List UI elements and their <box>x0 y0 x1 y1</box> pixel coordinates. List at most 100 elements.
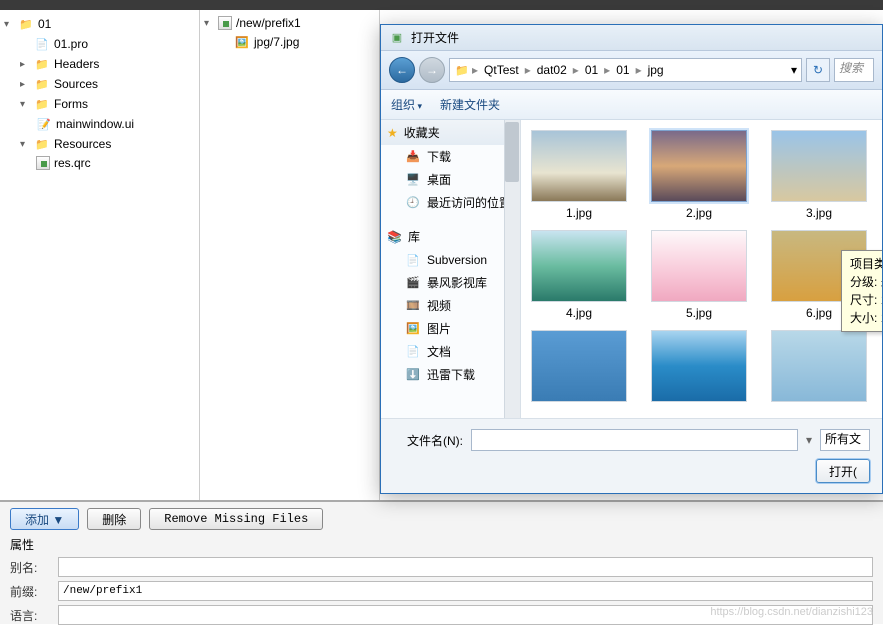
dialog-bottom: 文件名(N): ▾ 所有文 打开( <box>381 418 882 493</box>
crumb[interactable]: QtTest <box>480 63 523 77</box>
sidebar-xunlei[interactable]: ⬇️ 迅雷下载 <box>381 363 520 386</box>
ui-file-icon: 📝 <box>36 116 52 132</box>
delete-button[interactable]: 删除 <box>87 508 141 530</box>
open-button[interactable]: 打开( <box>816 459 870 483</box>
remove-missing-button[interactable]: Remove Missing Files <box>149 508 323 530</box>
desktop-icon: 🖥️ <box>405 172 421 188</box>
resource-file-item[interactable]: 🖼️ jpg/7.jpg <box>200 32 379 52</box>
sidebar-storm[interactable]: 🎬 暴风影视库 <box>381 271 520 294</box>
dialog-toolbar: 组织 新建文件夹 <box>381 90 882 120</box>
back-button[interactable]: ← <box>389 57 415 83</box>
scrollbar-thumb[interactable] <box>505 122 519 182</box>
resources-label: Resources <box>54 137 111 151</box>
folder-icon: 📁 <box>34 76 50 92</box>
file-grid: 1.jpg 2.jpg 3.jpg 4.jpg 5.jpg 6.jpg 项目类型… <box>521 120 882 418</box>
window-titlebar <box>0 0 883 10</box>
documents-icon: 📄 <box>405 344 421 360</box>
crumb[interactable]: 01 <box>581 63 602 77</box>
alias-label: 别名: <box>10 559 50 576</box>
dropdown-icon[interactable]: ▾ <box>806 433 812 447</box>
project-tree-panel: 📁 01 📄 01.pro 📁 Headers 📁 Sources 📁 Form… <box>0 10 200 500</box>
expand-icon[interactable] <box>4 19 14 30</box>
file-thumb[interactable] <box>769 330 869 402</box>
headers-folder[interactable]: 📁 Headers <box>0 54 199 74</box>
file-thumb[interactable]: 5.jpg <box>649 230 749 320</box>
sidebar-documents[interactable]: 📄 文档 <box>381 340 520 363</box>
sidebar-videos[interactable]: 🎞️ 视频 <box>381 294 520 317</box>
sidebar-desktop[interactable]: 🖥️ 桌面 <box>381 168 520 191</box>
file-open-dialog: ▣ 打开文件 ← → 📁 ▸ QtTest ▸ dat02 ▸ 01 ▸ 01 … <box>380 24 883 494</box>
refresh-button[interactable]: ↻ <box>806 58 830 82</box>
sidebar-pictures[interactable]: 🖼️ 图片 <box>381 317 520 340</box>
prefix-icon <box>218 16 232 30</box>
favorites-group[interactable]: ★ 收藏夹 <box>381 120 520 145</box>
expand-icon[interactable] <box>204 18 214 29</box>
sidebar-subversion[interactable]: 📄 Subversion <box>381 249 520 271</box>
dropdown-icon[interactable]: ▾ <box>791 63 797 77</box>
file-thumb[interactable] <box>649 330 749 402</box>
filename-input[interactable] <box>471 429 798 451</box>
dialog-icon: ▣ <box>389 30 405 46</box>
prefix-label: /new/prefix1 <box>236 16 301 30</box>
search-input[interactable]: 搜索 <box>834 58 874 82</box>
star-icon: ★ <box>387 126 398 140</box>
thumbnail-image <box>771 330 867 402</box>
watermark: https://blog.csdn.net/dianzishi123 <box>710 606 873 618</box>
forms-folder[interactable]: 📁 Forms <box>0 94 199 114</box>
thumbnail-image <box>531 130 627 202</box>
expand-icon[interactable] <box>20 99 30 110</box>
crumb[interactable]: 01 <box>612 63 633 77</box>
sources-folder[interactable]: 📁 Sources <box>0 74 199 94</box>
libraries-label: 库 <box>408 228 420 245</box>
pro-file-item[interactable]: 📄 01.pro <box>0 34 199 54</box>
crumb[interactable]: jpg <box>644 63 668 77</box>
organize-menu[interactable]: 组织 <box>391 96 422 113</box>
download-icon: ⬇️ <box>405 367 421 383</box>
prefix-input[interactable] <box>58 581 873 601</box>
pictures-icon: 🖼️ <box>405 321 421 337</box>
headers-label: Headers <box>54 57 99 71</box>
sidebar-recent[interactable]: 🕘 最近访问的位置 <box>381 191 520 214</box>
file-filter-dropdown[interactable]: 所有文 <box>820 429 870 451</box>
file-tooltip: 项目类型: WPS看图 JPG 图片文 分级: 未分级 尺寸: 1024 x 7… <box>841 250 882 332</box>
favorites-label: 收藏夹 <box>404 124 440 141</box>
thumbnail-image <box>771 130 867 202</box>
ui-file-item[interactable]: 📝 mainwindow.ui <box>0 114 199 134</box>
file-thumb[interactable]: 3.jpg <box>769 130 869 220</box>
libraries-group[interactable]: 📚 库 <box>381 224 520 249</box>
thumbnail-image <box>531 230 627 302</box>
dialog-titlebar[interactable]: ▣ 打开文件 <box>381 25 882 51</box>
crumb[interactable]: dat02 <box>533 63 571 77</box>
file-thumb[interactable]: 1.jpg <box>529 130 629 220</box>
sidebar-downloads[interactable]: 📥 下载 <box>381 145 520 168</box>
expand-icon[interactable] <box>20 139 30 150</box>
project-root[interactable]: 📁 01 <box>0 14 199 34</box>
chevron-right-icon: ▸ <box>472 63 478 77</box>
breadcrumb[interactable]: 📁 ▸ QtTest ▸ dat02 ▸ 01 ▸ 01 ▸ jpg ▾ <box>449 58 802 82</box>
scrollbar[interactable] <box>504 120 520 418</box>
expand-icon[interactable] <box>20 59 30 70</box>
dialog-sidebar: ★ 收藏夹 📥 下载 🖥️ 桌面 🕘 最近访问的位置 📚 库 📄 <box>381 120 521 418</box>
file-thumb[interactable] <box>529 330 629 402</box>
project-icon: 📁 <box>18 16 34 32</box>
library-icon: 📚 <box>387 230 402 244</box>
recent-icon: 🕘 <box>405 195 421 211</box>
download-icon: 📥 <box>405 149 421 165</box>
svn-icon: 📄 <box>405 252 421 268</box>
qrc-file-item[interactable]: res.qrc <box>0 154 199 172</box>
thumbnail-image <box>651 230 747 302</box>
expand-icon[interactable] <box>20 79 30 90</box>
folder-icon: 📁 <box>34 96 50 112</box>
prefix-item[interactable]: /new/prefix1 <box>200 14 379 32</box>
prefix-label: 前缀: <box>10 583 50 600</box>
video-icon: 🎬 <box>405 275 421 291</box>
alias-input[interactable] <box>58 557 873 577</box>
chevron-right-icon: ▸ <box>525 63 531 77</box>
resources-folder[interactable]: 📁 Resources <box>0 134 199 154</box>
file-thumb[interactable]: 4.jpg <box>529 230 629 320</box>
file-thumb[interactable]: 2.jpg <box>649 130 749 220</box>
forward-button[interactable]: → <box>419 57 445 83</box>
dialog-nav: ← → 📁 ▸ QtTest ▸ dat02 ▸ 01 ▸ 01 ▸ jpg ▾… <box>381 51 882 90</box>
new-folder-button[interactable]: 新建文件夹 <box>440 96 500 113</box>
add-button[interactable]: 添加 ▼ <box>10 508 79 530</box>
